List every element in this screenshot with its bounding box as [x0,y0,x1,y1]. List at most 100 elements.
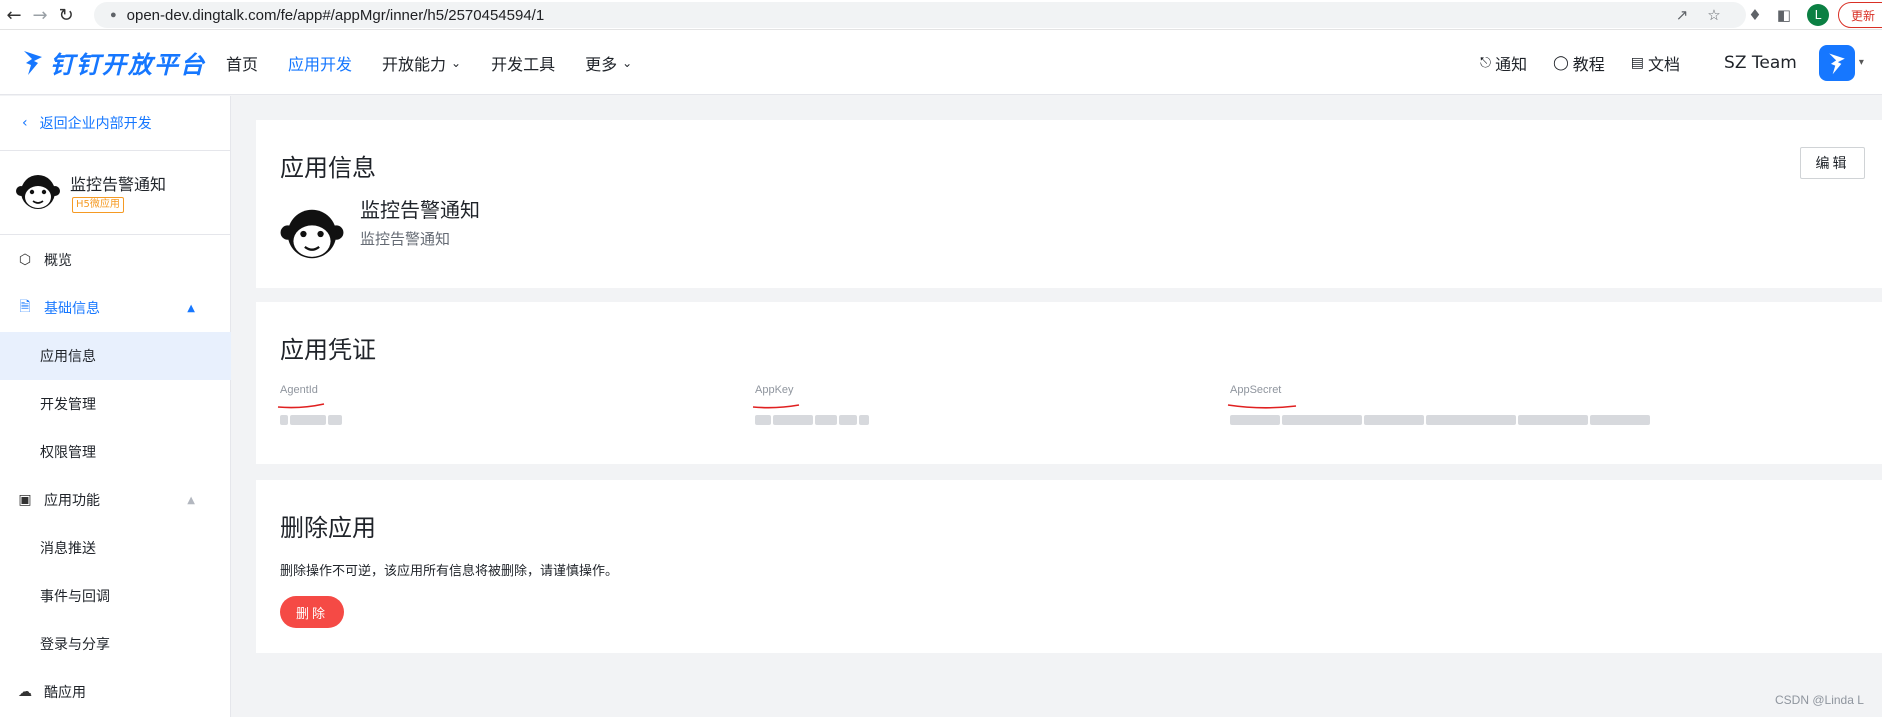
sidebar-item-events-callbacks[interactable]: 事件与回调 [0,572,231,620]
nav-home-label: 首页 [226,54,259,74]
sidebar-item-login-share[interactable]: 登录与分享 [0,620,231,668]
agent-id-field: AgentId [277,384,342,425]
delete-warning-text: 删除操作不可逆，该应用所有信息将被删除，请谨慎操作。 [280,564,619,579]
sidebar-menu: ⬡ 概览 🗎 基础信息 ▲ 应用信息 开发管理 权限管理 ▣ 应用功能 ▲ 消息… [0,236,231,716]
monkey-app-icon [280,209,344,259]
watermark: CSDN @Linda L [1775,693,1864,707]
sidebar-item-label: 基础信息 [44,301,100,317]
sidebar-item-label: 酷应用 [44,685,86,701]
chevron-down-icon: ⌄ [622,55,633,70]
chevron-left-icon: ‹ [22,115,28,131]
user-avatar[interactable] [1818,44,1855,81]
sidebar-item-label: 登录与分享 [40,637,110,653]
caret-up-icon: ▲ [187,302,195,314]
back-arrow-icon[interactable]: ← [2,3,26,27]
tutorial-label: 教程 [1572,54,1605,74]
bell-icon: ⎋ [1480,54,1492,71]
profile-avatar[interactable]: L [1807,4,1829,26]
document-icon: 🗎 [19,299,31,315]
notify-link[interactable]: ⎋ 通知 [1480,51,1527,75]
header-right: ⎋ 通知 ◯ 教程 ▤ 文档 SZ Team ▾ [1480,30,1864,95]
red-underline-annotation [1227,404,1297,409]
nav-dev-tools-label: 开发工具 [491,54,556,74]
tutorial-link[interactable]: ◯ 教程 [1553,51,1605,75]
extensions-puzzle-icon[interactable]: ♦ [1744,4,1766,26]
forward-arrow-icon[interactable]: → [28,3,52,27]
app-description: 监控告警通知 [360,230,451,248]
sidebar: ‹ 返回企业内部开发 监控告警通知 H5微应用 ⬡ 概览 🗎 基础信息 ▲ 应用… [0,96,231,717]
sidebar-item-overview[interactable]: ⬡ 概览 [0,236,231,284]
share-icon[interactable]: ↗ [1671,4,1693,26]
nav-open-capability[interactable]: 开放能力 ⌄ [382,51,461,75]
sidebar-item-message-push[interactable]: 消息推送 [0,524,231,572]
caret-up-icon: ▲ [187,494,195,506]
sidebar-item-label: 事件与回调 [40,589,110,605]
sidebar-item-app-info[interactable]: 应用信息 [0,332,231,380]
sidebar-item-permission-management[interactable]: 权限管理 [0,428,231,476]
app-secret-field: AppSecret [1227,384,1650,425]
doc-icon: ▤ [1630,54,1645,71]
back-label: 返回企业内部开发 [39,116,152,132]
app-credentials-card: 应用凭证 AgentId AppKey AppSecret [256,302,1882,464]
nav-more-label: 更多 [585,54,618,74]
delete-button[interactable]: 删除 [280,596,344,628]
nav-app-dev[interactable]: 应用开发 [288,51,352,75]
sidebar-item-cool-app[interactable]: ☁ 酷应用 [0,668,231,716]
docs-link[interactable]: ▤ 文档 [1631,51,1680,75]
nav-more[interactable]: 更多 ⌄ [585,51,632,75]
sidebar-item-label: 开发管理 [40,397,96,413]
nav-home[interactable]: 首页 [226,51,258,75]
credentials-title: 应用凭证 [280,336,376,364]
cube-icon: ⬡ [18,252,32,268]
browser-update-button[interactable]: 更新 [1838,2,1882,28]
delete-app-title: 删除应用 [280,514,376,542]
h5-app-badge: H5微应用 [72,197,124,213]
sidebar-group-basic-info[interactable]: 🗎 基础信息 ▲ [0,284,231,332]
sidebar-item-label: 概览 [44,253,72,269]
nav-dev-tools[interactable]: 开发工具 [491,51,555,75]
app-secret-label: AppSecret [1230,384,1282,396]
browser-toolbar: ← → ↻ ● open-dev.dingtalk.com/fe/app#/ap… [0,0,1882,30]
reload-icon[interactable]: ↻ [54,3,78,27]
monkey-app-icon [16,175,60,209]
app-key-label: AppKey [755,384,794,396]
app-key-value-redacted [755,410,885,425]
lightbulb-icon: ◯ [1553,54,1569,71]
app-header: 钉钉开放平台 首页 应用开发 开放能力 ⌄ 开发工具 更多 ⌄ ⎋ 通知 ◯ 教程 ▤ 文… [0,30,1882,95]
app-secret-value-redacted [1230,410,1660,425]
dingtalk-logo[interactable]: 钉钉开放平台 [22,44,206,80]
app-key-field: AppKey [752,384,869,425]
edit-button[interactable]: 编辑 [1800,147,1865,179]
sidebar-item-label: 应用功能 [44,493,100,509]
sidebar-group-app-functions[interactable]: ▣ 应用功能 ▲ [0,476,231,524]
side-panel-icon[interactable]: ◧ [1773,4,1795,26]
sidebar-item-dev-management[interactable]: 开发管理 [0,380,231,428]
bookmark-star-icon[interactable]: ☆ [1703,4,1725,26]
cool-app-icon: ☁ [18,684,32,700]
red-underline-annotation [277,403,325,409]
delete-app-card: 删除应用 删除操作不可逆，该应用所有信息将被删除，请谨慎操作。 删除 [256,480,1882,653]
app-info-card: 应用信息 编辑 监控告警通知 监控告警通知 [256,120,1882,288]
sidebar-item-label: 应用信息 [40,349,96,365]
app-function-icon: ▣ [18,492,32,508]
nav-app-dev-label: 应用开发 [288,54,353,74]
app-name-heading: 监控告警通知 [360,198,480,222]
dingtalk-logo-icon [24,51,42,75]
app-name: 监控告警通知 [70,175,167,194]
nav-open-capability-label: 开放能力 [382,54,447,74]
back-to-internal-dev[interactable]: ‹ 返回企业内部开发 [0,96,231,151]
sidebar-item-label: 消息推送 [40,541,96,557]
app-summary: 监控告警通知 H5微应用 [0,151,231,235]
chevron-down-icon: ⌄ [451,55,462,70]
sidebar-item-label: 权限管理 [40,445,96,461]
agent-id-value-redacted [280,410,350,425]
app-info-title: 应用信息 [280,154,376,182]
avatar-caret-icon[interactable]: ▾ [1859,57,1864,68]
logo-text: 钉钉开放平台 [50,50,206,79]
address-bar[interactable]: ● open-dev.dingtalk.com/fe/app#/appMgr/i… [94,2,1746,28]
team-switcher[interactable]: SZ Team [1724,53,1797,73]
agent-id-label: AgentId [280,384,318,396]
docs-label: 文档 [1648,54,1681,74]
dingtalk-avatar-icon [1829,52,1845,74]
red-underline-annotation [752,404,800,409]
